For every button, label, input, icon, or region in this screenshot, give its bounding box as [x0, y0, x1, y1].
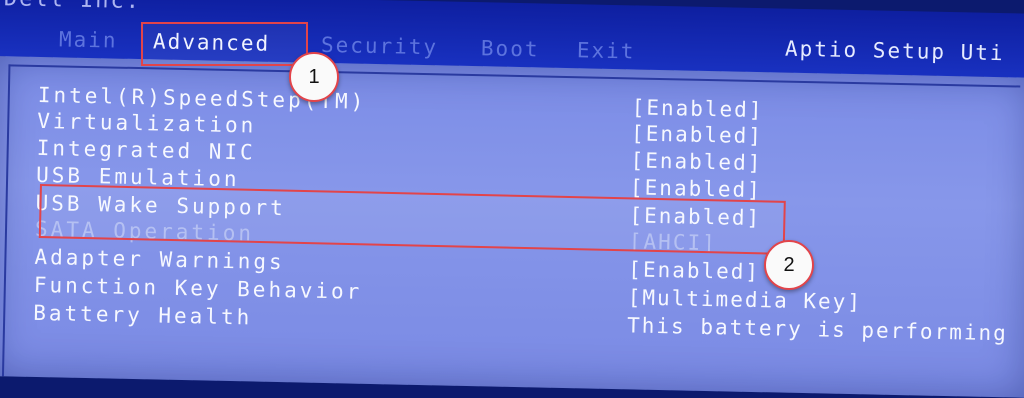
setting-label: Battery Health: [33, 300, 253, 330]
tab-exit[interactable]: Exit: [577, 38, 636, 63]
tab-security[interactable]: Security: [321, 33, 439, 59]
setting-label: Virtualization: [37, 108, 257, 138]
setting-label: Adapter Warnings: [34, 244, 285, 275]
step-1-marker: 1: [289, 52, 339, 102]
setting-value[interactable]: [Multimedia Key]: [627, 285, 862, 314]
setting-value[interactable]: [Enabled]: [631, 95, 763, 122]
step-2-marker: 2: [764, 240, 814, 290]
tab-main[interactable]: Main: [59, 27, 118, 52]
setting-label: Integrated NIC: [36, 135, 256, 165]
setting-value[interactable]: [Enabled]: [631, 121, 763, 148]
setting-value[interactable]: [Enabled]: [630, 148, 762, 175]
setup-utility-title: Aptio Setup Uti: [784, 36, 1005, 66]
advanced-tab-highlight: [141, 22, 308, 66]
vendor-name: Dell Inc.: [3, 0, 142, 15]
setting-value[interactable]: [Enabled]: [628, 257, 760, 284]
tab-boot[interactable]: Boot: [481, 36, 540, 61]
